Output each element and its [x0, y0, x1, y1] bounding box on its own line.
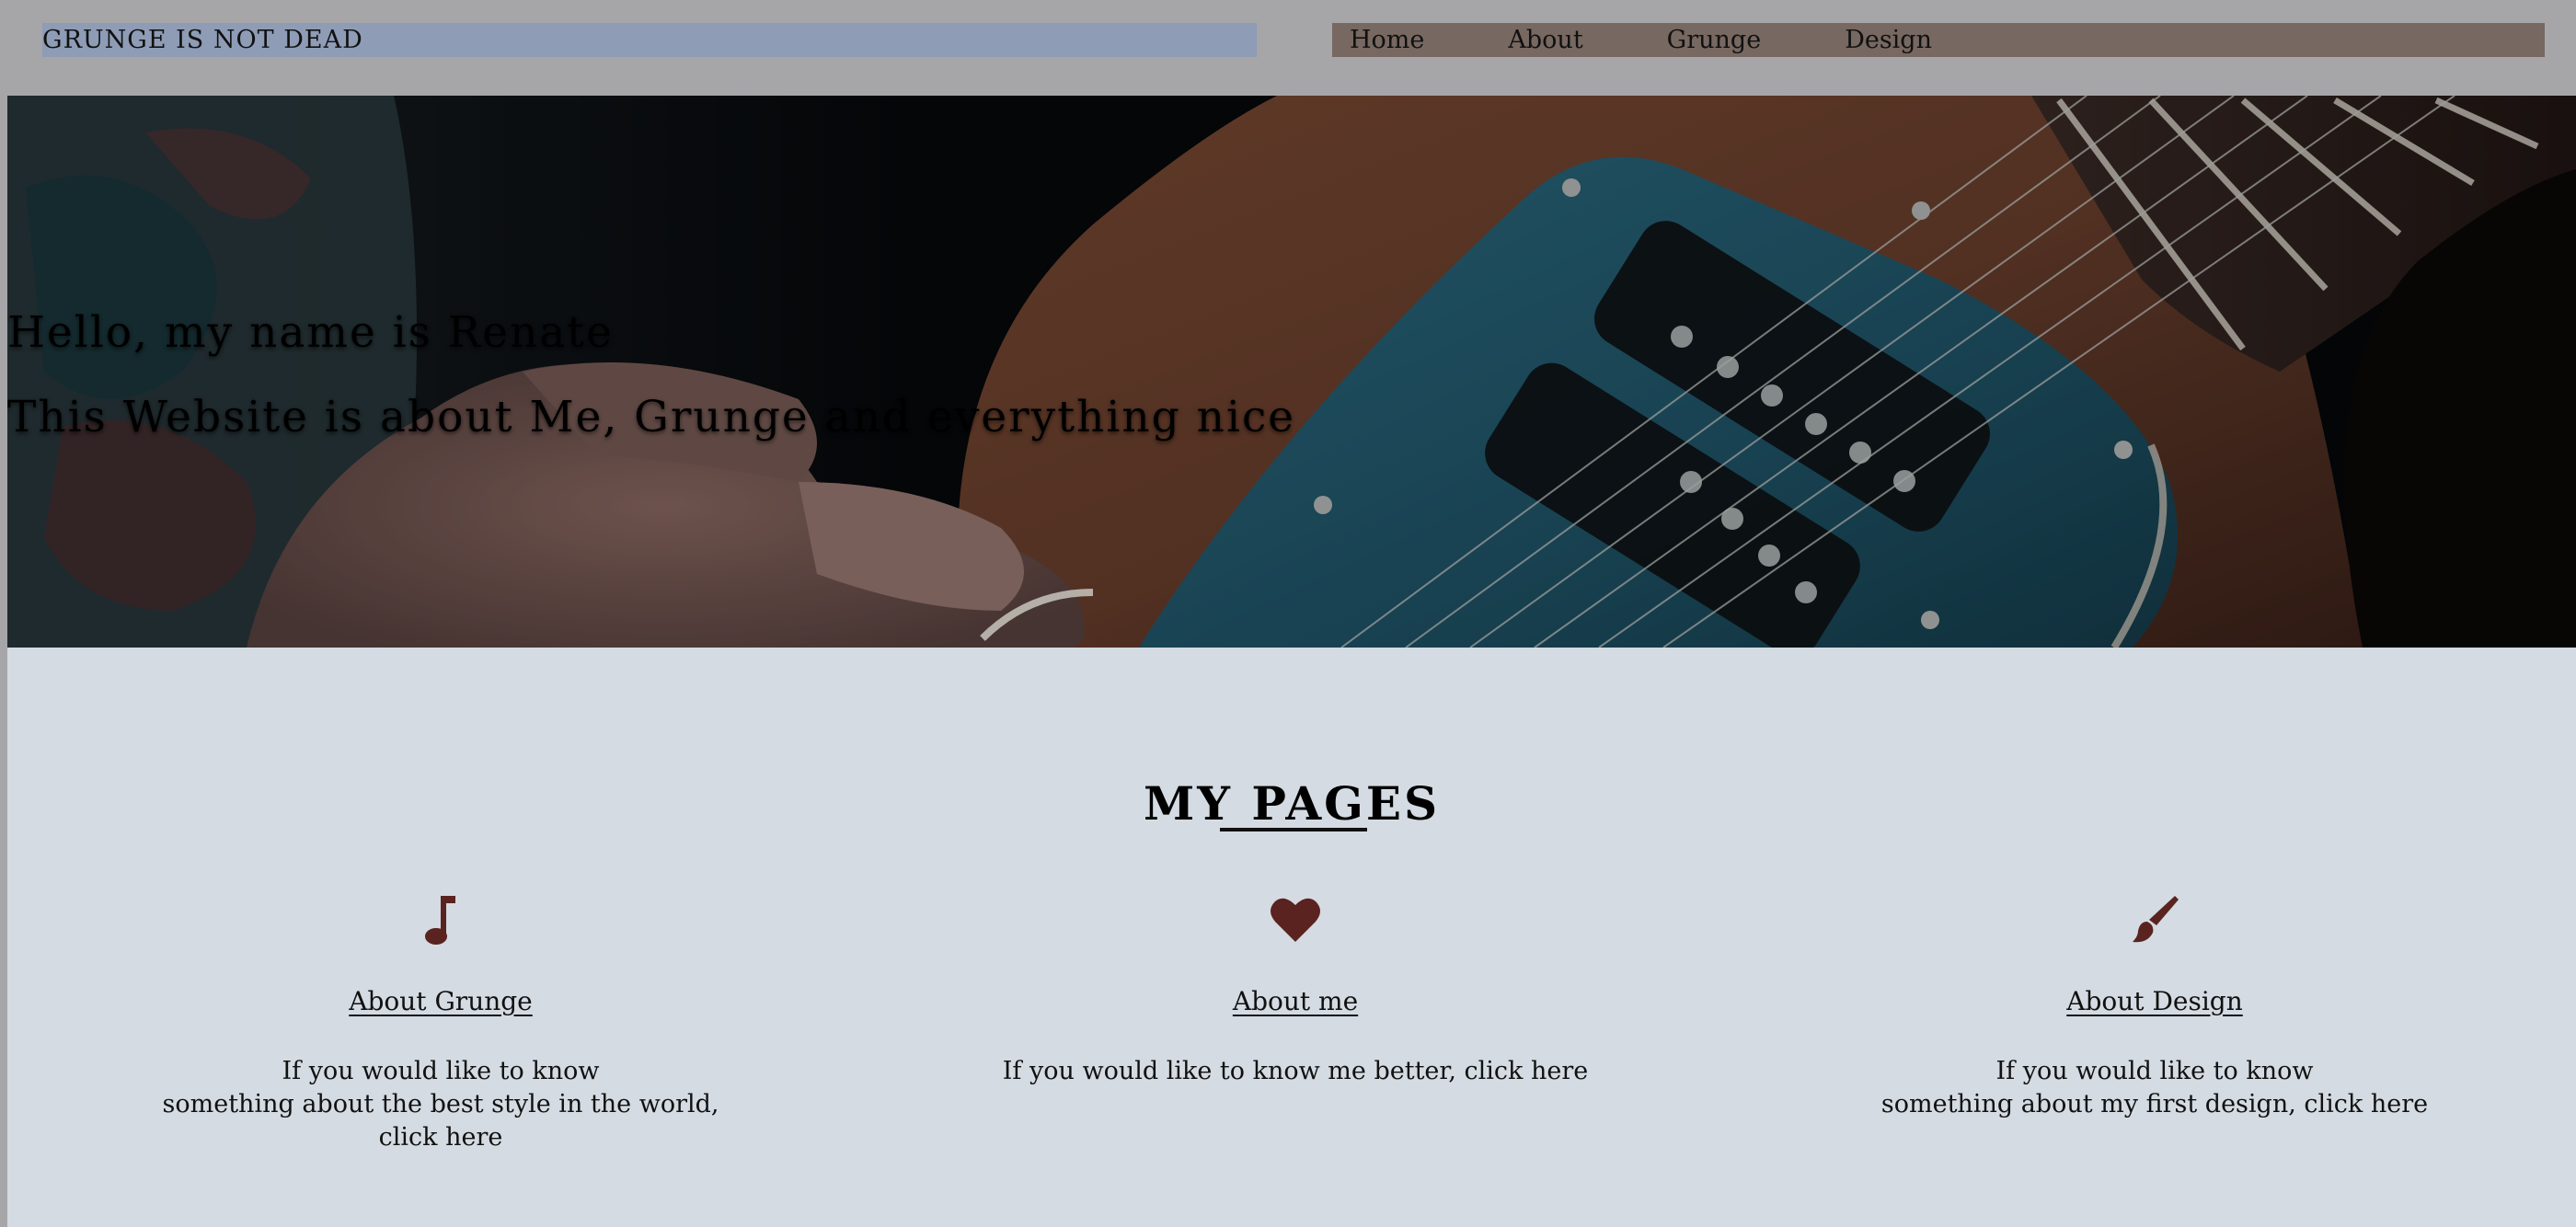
about-design-description: If you would like to know something abou…: [1741, 1055, 2569, 1121]
description-line: If you would like to know me better, cli…: [1002, 1057, 1589, 1085]
heart-icon: [1271, 898, 1320, 942]
hero-subtitle: This Website is about Me, Grunge and eve…: [7, 392, 1296, 442]
paintbrush-icon: [2133, 896, 2179, 943]
description-line: click here: [378, 1123, 503, 1152]
about-design-link[interactable]: About Design: [2066, 986, 2243, 1016]
description-line: If you would like to know: [1995, 1057, 2314, 1085]
hero-greeting: Hello, my name is Renate: [7, 307, 614, 358]
music-note-icon: [425, 896, 455, 945]
hero-banner: Hello, my name is Renate This Website is…: [7, 96, 2576, 648]
about-me-link[interactable]: About me: [1233, 986, 1358, 1016]
site-title: GRUNGE IS NOT DEAD: [42, 23, 1257, 57]
my-pages-section: MY PAGES About Grunge If you would like …: [7, 648, 2576, 1227]
card-about-grunge: About Grunge If you would like to know s…: [27, 894, 855, 1154]
hero-guitar-image: [7, 96, 2576, 648]
description-line: something about my first design, click h…: [1880, 1090, 2429, 1118]
card-about-me: About me If you would like to know me be…: [881, 894, 1709, 1088]
section-heading: MY PAGES: [1143, 776, 1441, 831]
heading-underline: [1220, 828, 1367, 831]
about-grunge-link[interactable]: About Grunge: [349, 986, 533, 1016]
about-grunge-description: If you would like to know something abou…: [27, 1055, 855, 1154]
nav-design-link[interactable]: Design: [1845, 26, 1932, 54]
main-nav: Home About Grunge Design: [1332, 23, 2545, 57]
description-line: something about the best style in the wo…: [162, 1090, 719, 1118]
description-line: If you would like to know: [282, 1057, 600, 1085]
card-about-design: About Design If you would like to know s…: [1741, 894, 2569, 1121]
nav-home-link[interactable]: Home: [1350, 26, 1424, 54]
nav-about-link[interactable]: About: [1508, 26, 1582, 54]
nav-grunge-link[interactable]: Grunge: [1667, 26, 1762, 54]
about-me-description: If you would like to know me better, cli…: [881, 1055, 1709, 1088]
